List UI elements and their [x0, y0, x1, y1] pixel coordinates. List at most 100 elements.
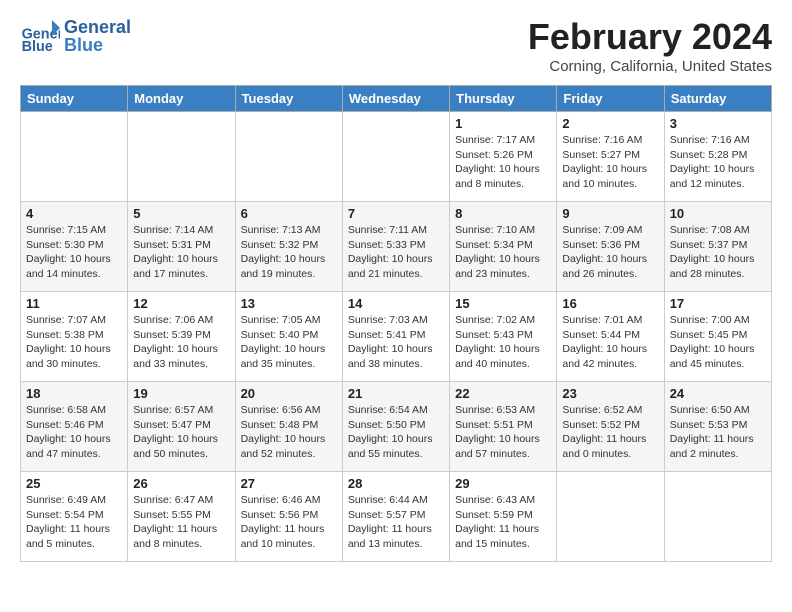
calendar-cell: 20Sunrise: 6:56 AM Sunset: 5:48 PM Dayli…: [235, 382, 342, 472]
col-header-monday: Monday: [128, 86, 235, 112]
day-info: Sunrise: 7:16 AM Sunset: 5:28 PM Dayligh…: [670, 133, 766, 192]
day-info: Sunrise: 7:16 AM Sunset: 5:27 PM Dayligh…: [562, 133, 658, 192]
col-header-wednesday: Wednesday: [342, 86, 449, 112]
calendar-cell: [557, 472, 664, 562]
day-info: Sunrise: 6:57 AM Sunset: 5:47 PM Dayligh…: [133, 403, 229, 462]
calendar-cell: 21 Sunrise: 6:54 AM Sunset: 5:50 PM Dayli…: [342, 382, 449, 472]
calendar-cell: 6 Sunrise: 7:13 AM Sunset: 5:32 PM Daylig…: [235, 202, 342, 292]
day-number: 17: [670, 296, 766, 311]
calendar-table: SundayMondayTuesdayWednesdayThursdayFrid…: [20, 85, 772, 562]
day-number: 20: [241, 386, 337, 401]
day-info: Sunrise: 7:11 AM Sunset: 5:33 PM Dayligh…: [348, 223, 444, 282]
day-number: 6: [241, 206, 337, 221]
day-info: Sunrise: 6:43 AM Sunset: 5:59 PM Dayligh…: [455, 493, 551, 552]
calendar-cell: 27 Sunrise: 6:46 AM Sunset: 5:56 PM Dayli…: [235, 472, 342, 562]
calendar-cell: [235, 112, 342, 202]
calendar-cell: 15 Sunrise: 7:02 AM Sunset: 5:43 PM Dayli…: [450, 292, 557, 382]
day-number: 21: [348, 386, 444, 401]
day-info: Sunrise: 7:15 AM Sunset: 5:30 PM Dayligh…: [26, 223, 122, 282]
day-info: Sunrise: 7:07 AM Sunset: 5:38 PM Dayligh…: [26, 313, 122, 372]
day-number: 29: [455, 476, 551, 491]
day-info: Sunrise: 6:54 AM Sunset: 5:50 PM Dayligh…: [348, 403, 444, 462]
day-number: 24: [670, 386, 766, 401]
day-info: Sunrise: 6:46 AM Sunset: 5:56 PM Dayligh…: [241, 493, 337, 552]
day-info: Sunrise: 7:01 AM Sunset: 5:44 PM Dayligh…: [562, 313, 658, 372]
calendar-cell: 14 Sunrise: 7:03 AM Sunset: 5:41 PM Dayli…: [342, 292, 449, 382]
calendar-cell: 26Sunrise: 6:47 AM Sunset: 5:55 PM Dayli…: [128, 472, 235, 562]
calendar-cell: [128, 112, 235, 202]
calendar-week-5: 25 Sunrise: 6:49 AM Sunset: 5:54 PM Dayli…: [21, 472, 772, 562]
day-info: Sunrise: 6:44 AM Sunset: 5:57 PM Dayligh…: [348, 493, 444, 552]
day-info: Sunrise: 7:05 AM Sunset: 5:40 PM Dayligh…: [241, 313, 337, 372]
day-info: Sunrise: 7:02 AM Sunset: 5:43 PM Dayligh…: [455, 313, 551, 372]
day-info: Sunrise: 7:09 AM Sunset: 5:36 PM Dayligh…: [562, 223, 658, 282]
title-block: February 2024 Corning, California, Unite…: [528, 16, 772, 75]
calendar-cell: 10 Sunrise: 7:08 AM Sunset: 5:37 PM Dayli…: [664, 202, 771, 292]
calendar-cell: 17 Sunrise: 7:00 AM Sunset: 5:45 PM Dayli…: [664, 292, 771, 382]
day-info: Sunrise: 7:03 AM Sunset: 5:41 PM Dayligh…: [348, 313, 444, 372]
day-info: Sunrise: 6:52 AM Sunset: 5:52 PM Dayligh…: [562, 403, 658, 462]
logo: General Blue General Blue: [20, 16, 131, 56]
calendar-cell: 16 Sunrise: 7:01 AM Sunset: 5:44 PM Dayli…: [557, 292, 664, 382]
calendar-cell: [664, 472, 771, 562]
day-number: 28: [348, 476, 444, 491]
day-number: 14: [348, 296, 444, 311]
day-number: 16: [562, 296, 658, 311]
calendar-cell: [21, 112, 128, 202]
calendar-cell: 29 Sunrise: 6:43 AM Sunset: 5:59 PM Dayli…: [450, 472, 557, 562]
day-number: 13: [241, 296, 337, 311]
day-info: Sunrise: 7:00 AM Sunset: 5:45 PM Dayligh…: [670, 313, 766, 372]
calendar-cell: 5Sunrise: 7:14 AM Sunset: 5:31 PM Daylig…: [128, 202, 235, 292]
calendar-cell: 7 Sunrise: 7:11 AM Sunset: 5:33 PM Daylig…: [342, 202, 449, 292]
svg-text:Blue: Blue: [22, 39, 53, 55]
calendar-cell: 12Sunrise: 7:06 AM Sunset: 5:39 PM Dayli…: [128, 292, 235, 382]
day-number: 22: [455, 386, 551, 401]
calendar-cell: [342, 112, 449, 202]
calendar-week-3: 11Sunrise: 7:07 AM Sunset: 5:38 PM Dayli…: [21, 292, 772, 382]
day-info: Sunrise: 6:47 AM Sunset: 5:55 PM Dayligh…: [133, 493, 229, 552]
calendar-cell: 23 Sunrise: 6:52 AM Sunset: 5:52 PM Dayli…: [557, 382, 664, 472]
calendar-cell: 2Sunrise: 7:16 AM Sunset: 5:27 PM Daylig…: [557, 112, 664, 202]
day-info: Sunrise: 7:06 AM Sunset: 5:39 PM Dayligh…: [133, 313, 229, 372]
page-header: General Blue General Blue February 2024 …: [20, 16, 772, 75]
col-header-thursday: Thursday: [450, 86, 557, 112]
day-info: Sunrise: 6:58 AM Sunset: 5:46 PM Dayligh…: [26, 403, 122, 462]
day-number: 10: [670, 206, 766, 221]
calendar-cell: 24 Sunrise: 6:50 AM Sunset: 5:53 PM Dayli…: [664, 382, 771, 472]
calendar-cell: 25 Sunrise: 6:49 AM Sunset: 5:54 PM Dayli…: [21, 472, 128, 562]
day-info: Sunrise: 6:53 AM Sunset: 5:51 PM Dayligh…: [455, 403, 551, 462]
day-number: 19: [133, 386, 229, 401]
day-number: 25: [26, 476, 122, 491]
day-number: 1: [455, 116, 551, 131]
col-header-sunday: Sunday: [21, 86, 128, 112]
calendar-cell: 19 Sunrise: 6:57 AM Sunset: 5:47 PM Dayli…: [128, 382, 235, 472]
col-header-tuesday: Tuesday: [235, 86, 342, 112]
day-info: Sunrise: 6:50 AM Sunset: 5:53 PM Dayligh…: [670, 403, 766, 462]
day-info: Sunrise: 6:49 AM Sunset: 5:54 PM Dayligh…: [26, 493, 122, 552]
day-info: Sunrise: 7:08 AM Sunset: 5:37 PM Dayligh…: [670, 223, 766, 282]
calendar-cell: 13 Sunrise: 7:05 AM Sunset: 5:40 PM Dayli…: [235, 292, 342, 382]
calendar-cell: 9 Sunrise: 7:09 AM Sunset: 5:36 PM Daylig…: [557, 202, 664, 292]
logo-icon: General Blue: [20, 16, 60, 56]
location: Corning, California, United States: [528, 58, 772, 75]
logo-general-text: General: [64, 18, 131, 36]
day-number: 9: [562, 206, 658, 221]
day-number: 18: [26, 386, 122, 401]
day-number: 8: [455, 206, 551, 221]
day-info: Sunrise: 7:10 AM Sunset: 5:34 PM Dayligh…: [455, 223, 551, 282]
calendar-cell: 18 Sunrise: 6:58 AM Sunset: 5:46 PM Dayli…: [21, 382, 128, 472]
calendar-cell: 11Sunrise: 7:07 AM Sunset: 5:38 PM Dayli…: [21, 292, 128, 382]
day-number: 15: [455, 296, 551, 311]
day-number: 23: [562, 386, 658, 401]
calendar-cell: 1Sunrise: 7:17 AM Sunset: 5:26 PM Daylig…: [450, 112, 557, 202]
col-header-saturday: Saturday: [664, 86, 771, 112]
day-number: 3: [670, 116, 766, 131]
day-info: Sunrise: 7:13 AM Sunset: 5:32 PM Dayligh…: [241, 223, 337, 282]
month-title: February 2024: [528, 16, 772, 58]
calendar-week-4: 18 Sunrise: 6:58 AM Sunset: 5:46 PM Dayli…: [21, 382, 772, 472]
day-info: Sunrise: 7:14 AM Sunset: 5:31 PM Dayligh…: [133, 223, 229, 282]
calendar-header-row: SundayMondayTuesdayWednesdayThursdayFrid…: [21, 86, 772, 112]
day-number: 27: [241, 476, 337, 491]
col-header-friday: Friday: [557, 86, 664, 112]
day-number: 7: [348, 206, 444, 221]
